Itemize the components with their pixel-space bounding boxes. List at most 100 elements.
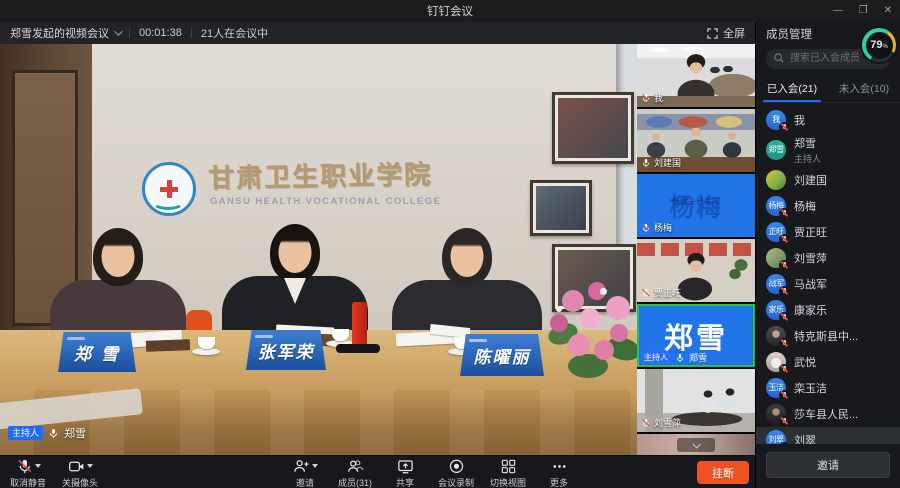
maximize-button[interactable]: ❐: [859, 6, 868, 16]
switch-view-button[interactable]: 切换视图: [490, 458, 526, 488]
member-name: 刘翠: [794, 432, 816, 445]
main-video-tile[interactable]: 甘肃卫生职业学院 GANSU HEALTH VOCATIONAL COLLEGE: [0, 44, 637, 455]
app-title: 钉钉会议: [427, 3, 473, 19]
teacup: [198, 337, 215, 349]
college-sign-chinese: 甘肃卫生职业学院: [208, 154, 449, 195]
member-name-column: 刘翠: [794, 432, 816, 445]
more-button[interactable]: 更多: [542, 458, 576, 488]
dropdown-caret-icon[interactable]: [35, 464, 41, 468]
share-screen-button[interactable]: 共享: [388, 458, 422, 488]
dropdown-caret-icon[interactable]: [87, 464, 93, 468]
college-sign-english: GANSU HEALTH VOCATIONAL COLLEGE: [210, 196, 441, 207]
member-row[interactable]: 玉洁 栾玉洁: [756, 375, 900, 401]
participant-name: 郑雪: [689, 351, 707, 364]
member-name: 栾玉洁: [794, 380, 827, 396]
member-row[interactable]: 刘翠 刘翠: [756, 427, 900, 445]
invite-person-icon: [293, 458, 310, 475]
participant-name: 杨梅: [654, 221, 672, 234]
record-label: 会议录制: [438, 476, 474, 488]
mic-muted-icon: [779, 208, 789, 218]
member-name-column: 栾玉洁: [794, 380, 827, 396]
minimize-button[interactable]: —: [833, 6, 843, 16]
member-row[interactable]: 特克斯县中...: [756, 323, 900, 349]
members-label: 成员(31): [338, 476, 372, 488]
notebook: [146, 339, 190, 352]
meeting-toolbar: 取消静音 关摄像头: [0, 455, 755, 488]
avatar-initials: 郑雪: [769, 144, 784, 155]
speaker-overlay: 主持人 郑雪: [8, 425, 86, 441]
participant-name: 贾正旺: [654, 286, 681, 299]
record-icon: [448, 458, 465, 475]
member-avatar: 战军: [766, 274, 786, 294]
member-avatar: 刘翠: [766, 430, 786, 445]
video-thumbnail[interactable]: 刘雪萍: [637, 369, 755, 432]
member-row[interactable]: 杨梅 杨梅: [756, 193, 900, 219]
mic-muted-icon: [779, 234, 789, 244]
avatar-initials: 我: [772, 114, 780, 125]
mic-on-icon: [48, 428, 59, 439]
performance-badge[interactable]: 79 %: [862, 28, 896, 62]
tab-not-joined[interactable]: 未入会(10): [828, 77, 900, 102]
invite-label: 邀请: [296, 476, 314, 488]
video-thumbnail[interactable]: 刘建国: [637, 109, 755, 172]
name-card: 陈曜丽: [460, 334, 544, 376]
member-avatar: [766, 248, 786, 268]
member-panel-title: 成员管理: [766, 26, 812, 42]
window-controls: — ❐ ✕: [833, 0, 892, 22]
dropdown-caret-icon[interactable]: [312, 464, 318, 468]
member-name-column: 康家乐: [794, 302, 827, 318]
college-logo: [142, 162, 196, 216]
mic-muted-icon: [779, 312, 789, 322]
invite-button[interactable]: 邀请: [288, 458, 322, 488]
camera-off-message: 摄像头已关闭: [637, 196, 755, 207]
logo-arc: [152, 195, 184, 210]
mic-muted-icon: [779, 260, 789, 270]
members-button[interactable]: 成员(31): [338, 458, 372, 488]
record-button[interactable]: 会议录制: [438, 458, 474, 488]
more-dots-icon: [551, 458, 568, 475]
tab-joined[interactable]: 已入会(21): [756, 77, 828, 102]
video-thumbnail-me[interactable]: 我: [637, 44, 755, 107]
member-row[interactable]: 刘建国: [756, 167, 900, 193]
scroll-down-button[interactable]: [677, 438, 715, 452]
invite-members-button[interactable]: 邀请: [766, 452, 890, 478]
video-thumbnail-camera-off[interactable]: 杨梅 摄像头已关闭 杨梅: [637, 174, 755, 237]
meeting-title-dropdown[interactable]: 郑雪发起的视频会议: [10, 25, 120, 41]
wall-photo-frame: [530, 180, 592, 236]
participant-name: 刘建国: [654, 156, 681, 169]
name-card: 张军荣: [246, 330, 326, 370]
member-row[interactable]: 正旺 贾正旺: [756, 219, 900, 245]
fullscreen-button[interactable]: 全屏: [707, 25, 745, 41]
divider: [129, 28, 130, 38]
member-name: 莎车县人民...: [794, 406, 858, 422]
member-name: 贾正旺: [794, 224, 827, 240]
member-row[interactable]: 家乐 康家乐: [756, 297, 900, 323]
thumbnail-label: 刘雪萍: [641, 416, 681, 429]
video-thumbnail-active-speaker[interactable]: 郑雪 主持人 郑雪: [637, 304, 755, 367]
member-row[interactable]: 武悦: [756, 349, 900, 375]
meeting-app-window: 钉钉会议 — ❐ ✕ 郑雪发起的视频会议 00:01:38 21人在会议中 全屏: [0, 0, 900, 488]
meeting-title: 郑雪发起的视频会议: [10, 25, 109, 41]
chevron-down-icon: [114, 27, 122, 35]
member-row[interactable]: 战军 马战军: [756, 271, 900, 297]
participant-name: 刘雪萍: [654, 416, 681, 429]
thumbnail-label: 杨梅: [641, 221, 672, 234]
video-thumbnail[interactable]: 贾正旺: [637, 239, 755, 302]
recorder-device: [336, 344, 380, 353]
hangup-button[interactable]: 挂断: [697, 461, 749, 484]
member-row[interactable]: 刘雪萍: [756, 245, 900, 271]
meeting-duration: 00:01:38: [139, 27, 182, 39]
camera-off-button[interactable]: 关摄像头: [62, 458, 98, 488]
more-label: 更多: [550, 476, 568, 488]
member-row[interactable]: 我 我: [756, 107, 900, 133]
unmute-button[interactable]: 取消静音: [10, 458, 46, 488]
flower-bouquet: [548, 282, 637, 386]
member-name-column: 马战军: [794, 276, 827, 292]
member-row[interactable]: 郑雪 郑雪 主持人: [756, 133, 900, 167]
member-row[interactable]: 莎车县人民...: [756, 401, 900, 427]
member-tabs: 已入会(21) 未入会(10): [756, 77, 900, 103]
close-button[interactable]: ✕: [884, 6, 892, 16]
name-card: 郑 雪: [58, 332, 136, 372]
mic-muted-icon: [779, 286, 789, 296]
member-avatar: 正旺: [766, 222, 786, 242]
